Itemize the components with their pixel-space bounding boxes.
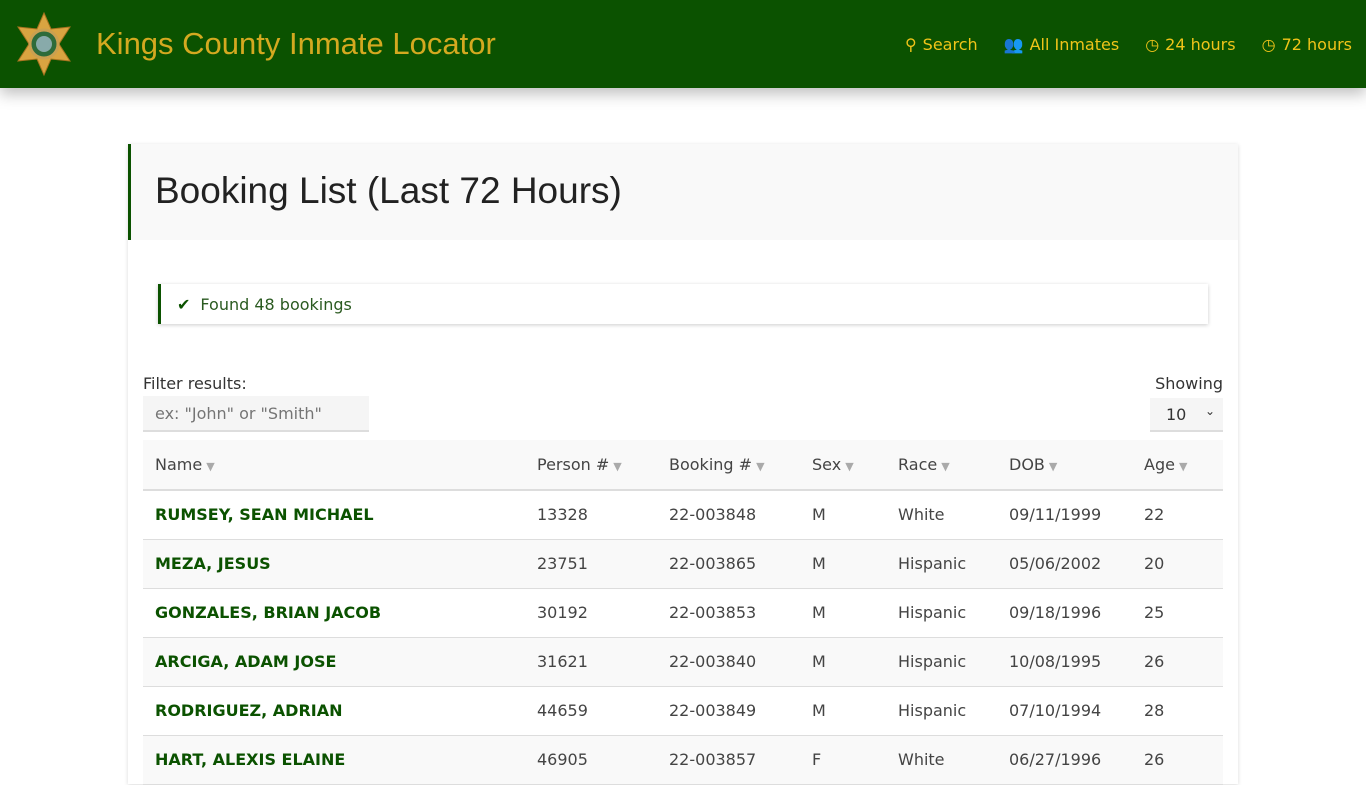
table-row: MEZA, JESUS 23751 22-003865 M Hispanic 05/06/… [143, 539, 1223, 589]
table-cell: 31621 [525, 637, 657, 687]
table-cell: M [800, 637, 886, 687]
column-label: Person # [537, 455, 610, 474]
nav-label: 72 hours [1281, 34, 1352, 54]
table-cell: 25 [1132, 588, 1223, 638]
column-label: Sex [812, 455, 842, 474]
table-cell: 22-003840 [657, 637, 800, 687]
sort-chevron-icon: ▼ [1178, 460, 1188, 473]
column-header[interactable]: DOB ▼ [997, 440, 1132, 491]
sort-chevron-icon: ▼ [845, 460, 854, 473]
table-cell: 23751 [525, 539, 657, 589]
nav-link-all-inmates[interactable]: 👥 All Inmates [1004, 35, 1120, 54]
clock-icon: ◷ [1145, 34, 1160, 54]
column-header[interactable]: Name ▼ [143, 440, 525, 491]
inmate-name-link[interactable]: ARCIGA, ADAM JOSE [143, 637, 525, 687]
site-title[interactable]: Kings County Inmate Locator [96, 26, 496, 62]
column-label: DOB [1009, 455, 1045, 474]
nav-link-search[interactable]: ⚲ Search [905, 35, 978, 54]
table-row: RODRIGUEZ, ADRIAN 44659 22-003849 M Hispanic… [143, 686, 1223, 736]
column-label: Booking # [669, 455, 753, 474]
table-cell: 44659 [525, 686, 657, 736]
table-cell: 09/11/1999 [997, 490, 1132, 540]
sheriff-badge-logo[interactable] [14, 11, 74, 77]
filter-label: Filter results: [143, 374, 247, 393]
column-header[interactable]: Person # ▼ [525, 440, 657, 491]
table-row: GONZALES, BRIAN JACOB 30192 22-003853 M Hisp… [143, 588, 1223, 638]
showing-select[interactable]: 10 ⌄ [1150, 398, 1223, 432]
table-row: HART, ALEXIS ELAINE 46905 22-003857 F White 0… [143, 735, 1223, 785]
inmate-name-link[interactable]: RODRIGUEZ, ADRIAN [143, 686, 525, 736]
nav-label: Search [922, 34, 978, 54]
check-icon: ✔ [177, 294, 191, 314]
sort-chevron-icon: ▼ [1048, 460, 1058, 473]
inmate-name-link[interactable]: RUMSEY, SEAN MICHAEL [143, 490, 525, 540]
table-cell: 05/06/2002 [997, 539, 1132, 589]
column-label: Race [898, 455, 938, 474]
table-cell: 20 [1132, 539, 1223, 589]
table-cell: 09/18/1996 [997, 588, 1132, 638]
table-cell: Hispanic [886, 588, 997, 638]
table-cell: M [800, 686, 886, 736]
column-header[interactable]: Sex ▼ [800, 440, 886, 491]
navbar: Kings County Inmate Locator ⚲ Search 👥 All … [0, 0, 1366, 88]
column-header[interactable]: Age ▼ [1132, 440, 1223, 491]
table-cell: M [800, 539, 886, 589]
search-icon: ⚲ [904, 34, 917, 54]
result-alert: ✔ Found 48 bookings [158, 284, 1208, 324]
inmate-name-link[interactable]: HART, ALEXIS ELAINE [143, 735, 525, 785]
table-cell: 46905 [525, 735, 657, 785]
clock-icon: ◷ [1261, 34, 1276, 54]
table-cell: 22 [1132, 490, 1223, 540]
sort-chevron-icon: ▼ [941, 460, 950, 473]
nav-link-72-hours[interactable]: ◷ 72 hours [1262, 35, 1352, 54]
page-title: Booking List (Last 72 Hours) [128, 144, 1238, 240]
alert-text: Found 48 bookings [200, 294, 352, 314]
column-label: Name [155, 455, 203, 474]
table-row: RUMSEY, SEAN MICHAEL 13328 22-003848 M White… [143, 490, 1223, 540]
showing-value: 10 [1166, 405, 1187, 424]
table-cell: Hispanic [886, 637, 997, 687]
table-cell: 22-003849 [657, 686, 800, 736]
chevron-down-icon: ⌄ [1204, 404, 1215, 418]
table-cell: Hispanic [886, 686, 997, 736]
table-cell: M [800, 588, 886, 638]
table-cell: 30192 [525, 588, 657, 638]
filter-input[interactable] [143, 396, 369, 432]
table-row: ARCIGA, ADAM JOSE 31621 22-003840 M Hispanic… [143, 637, 1223, 687]
nav-label: All Inmates [1029, 34, 1120, 54]
table-cell: 13328 [525, 490, 657, 540]
table-cell: 22-003853 [657, 588, 800, 638]
showing-label: Showing [1155, 374, 1223, 393]
table-cell: White [886, 735, 997, 785]
table-cell: White [886, 490, 997, 540]
nav-link-24-hours[interactable]: ◷ 24 hours [1145, 35, 1235, 54]
table-cell: 06/27/1996 [997, 735, 1132, 785]
column-label: Age [1144, 455, 1175, 474]
table-cell: 22-003857 [657, 735, 800, 785]
table-cell: M [800, 490, 886, 540]
table-cell: F [800, 735, 886, 785]
table-cell: 07/10/1994 [997, 686, 1132, 736]
users-icon: 👥 [1003, 34, 1024, 54]
inmate-name-link[interactable]: MEZA, JESUS [143, 539, 525, 589]
inmate-name-link[interactable]: GONZALES, BRIAN JACOB [143, 588, 525, 638]
booking-table: Name ▼ Person # ▼ Booking # ▼ Sex ▼ Race ▼ DOB ▼ Age… [143, 440, 1223, 785]
table-cell: 26 [1132, 637, 1223, 687]
column-header[interactable]: Race ▼ [886, 440, 997, 491]
table-cell: 28 [1132, 686, 1223, 736]
table-cell: Hispanic [886, 539, 997, 589]
table-cell: 22-003865 [657, 539, 800, 589]
table-cell: 26 [1132, 735, 1223, 785]
sort-chevron-icon: ▼ [613, 460, 622, 473]
column-header[interactable]: Booking # ▼ [657, 440, 800, 491]
table-cell: 22-003848 [657, 490, 800, 540]
sort-chevron-icon: ▼ [206, 460, 215, 473]
table-cell: 10/08/1995 [997, 637, 1132, 687]
booking-card: Booking List (Last 72 Hours) ✔ Found 48 … [128, 144, 1238, 785]
sort-chevron-icon: ▼ [756, 460, 765, 473]
nav-label: 24 hours [1165, 34, 1236, 54]
